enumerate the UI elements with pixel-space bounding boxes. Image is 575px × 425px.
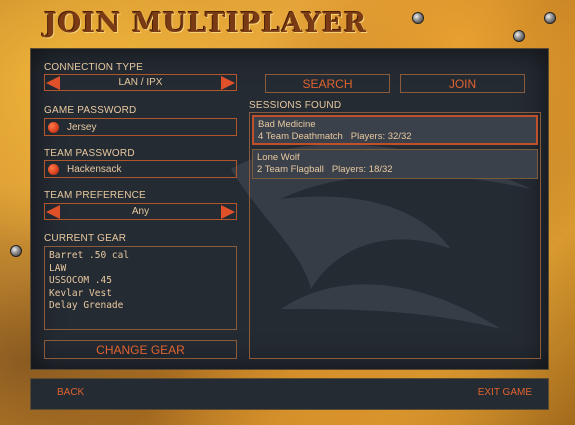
screw-icon	[544, 12, 556, 24]
arrow-left-icon[interactable]	[46, 205, 60, 219]
current-gear-list: Barret .50 cal LAW USSOCOM .45 Kevlar Ve…	[44, 246, 237, 330]
session-details: 2 Team Flagball Players: 18/32	[257, 164, 533, 176]
change-gear-button[interactable]: CHANGE GEAR	[44, 340, 237, 359]
password-toggle-icon[interactable]	[48, 164, 59, 175]
game-password-label: GAME PASSWORD	[44, 105, 137, 116]
game-password-field[interactable]: Jersey	[44, 118, 237, 136]
connection-type-selector[interactable]: LAN / IPX	[44, 74, 237, 91]
game-password-value: Jersey	[67, 122, 97, 133]
sessions-list: Bad Medicine 4 Team Deathmatch Players: …	[249, 112, 541, 359]
session-players-label: Players:	[350, 131, 386, 142]
session-name: Bad Medicine	[258, 119, 316, 130]
join-button[interactable]: JOIN	[400, 74, 525, 93]
arrow-right-icon[interactable]	[221, 76, 235, 90]
team-preference-value: Any	[131, 206, 150, 217]
gear-items: Barret .50 cal LAW USSOCOM .45 Kevlar Ve…	[49, 250, 129, 313]
team-password-field[interactable]: Hackensack	[44, 160, 237, 178]
screw-icon	[10, 245, 22, 257]
list-item: Kevlar Vest	[49, 287, 112, 299]
footer-bar: BACK EXIT GAME	[30, 378, 549, 410]
list-item: Barret .50 cal	[49, 250, 130, 261]
current-gear-label: CURRENT GEAR	[44, 233, 127, 244]
list-item: Delay Grenade	[49, 300, 124, 311]
screw-icon	[412, 12, 424, 24]
search-button[interactable]: SEARCH	[265, 74, 390, 93]
screw-icon	[513, 30, 525, 42]
arrow-right-icon[interactable]	[221, 205, 235, 219]
main-panel: CONNECTION TYPE LAN / IPX GAME PASSWORD …	[30, 48, 549, 370]
connection-type-label: CONNECTION TYPE	[44, 62, 143, 73]
team-preference-selector[interactable]: Any	[44, 203, 237, 220]
session-details: 4 Team Deathmatch Players: 32/32	[258, 131, 532, 143]
connection-type-value: LAN / IPX	[118, 77, 163, 88]
session-mode: 4 Team Deathmatch	[258, 131, 343, 142]
session-mode: 2 Team Flagball	[257, 164, 324, 175]
session-row[interactable]: Lone Wolf 2 Team Flagball Players: 18/32	[252, 149, 538, 179]
list-item: LAW	[49, 262, 67, 274]
session-players-label: Players:	[331, 164, 367, 175]
team-password-label: TEAM PASSWORD	[44, 148, 135, 159]
session-players: 32/32	[387, 131, 412, 142]
team-preference-label: TEAM PREFERENCE	[44, 190, 146, 201]
sessions-found-label: SESSIONS FOUND	[249, 100, 342, 111]
arrow-left-icon[interactable]	[46, 76, 60, 90]
password-toggle-icon[interactable]	[48, 122, 59, 133]
back-button[interactable]: BACK	[57, 387, 84, 398]
session-row[interactable]: Bad Medicine 4 Team Deathmatch Players: …	[252, 115, 538, 145]
page-title: JOIN MULTIPLAYER	[44, 8, 368, 39]
team-password-value: Hackensack	[67, 164, 122, 175]
session-players: 18/32	[368, 164, 393, 175]
list-item: USSOCOM .45	[49, 275, 112, 286]
session-name: Lone Wolf	[257, 152, 300, 163]
exit-game-button[interactable]: EXIT GAME	[478, 387, 532, 398]
